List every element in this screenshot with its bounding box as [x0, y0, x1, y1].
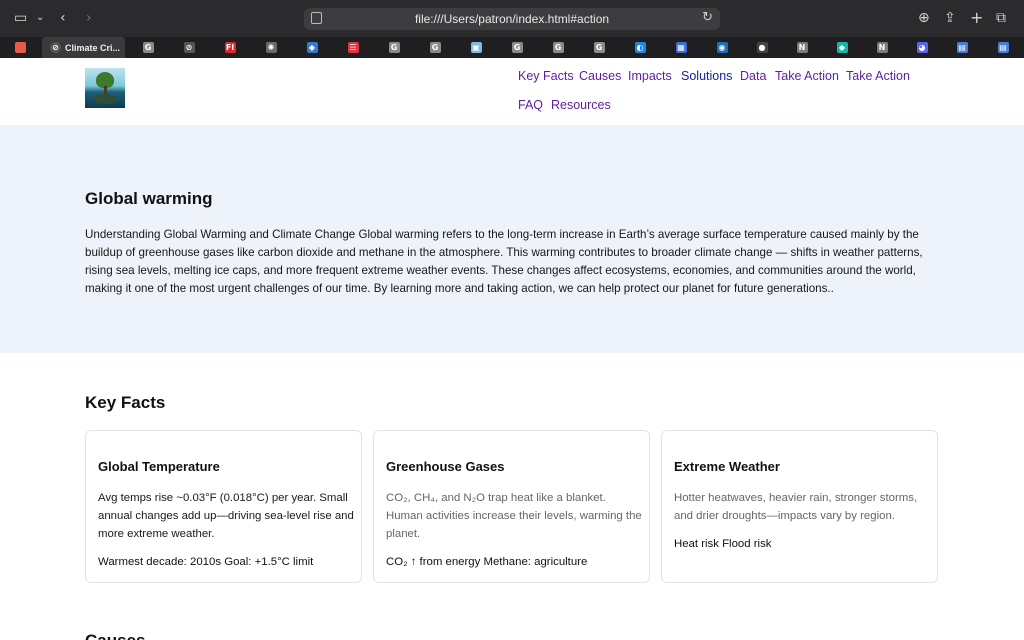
- card-tags: Warmest decade: 2010s Goal: +1.5°C limit: [98, 556, 314, 568]
- nav-link-faq[interactable]: FAQ: [518, 98, 543, 112]
- flipboard-icon: Fl: [224, 42, 236, 53]
- tab[interactable]: ▣: [456, 37, 496, 58]
- tab[interactable]: ✺: [251, 37, 291, 58]
- tab[interactable]: ◆: [292, 37, 332, 58]
- nav-link-take-action[interactable]: Take Action: [775, 69, 839, 83]
- hero-text: Understanding Global Warming and Climate…: [85, 228, 923, 295]
- google-icon: G: [429, 42, 441, 53]
- shield-icon: ◆: [306, 42, 318, 53]
- key-facts-title: Key Facts: [85, 393, 166, 412]
- tab-strip: ⊘ Climate Cri... G ⊘ Fl ✺ ◆ ☰ G G ▣ G G G ◐ ▦ ◉ ● N ◆ N ◕ ▤ ▤: [0, 37, 1024, 58]
- tab[interactable]: G: [374, 37, 414, 58]
- tab[interactable]: ◕: [902, 37, 942, 58]
- tab-overview-icon[interactable]: ⧉: [996, 9, 1006, 27]
- tab[interactable]: G: [128, 37, 168, 58]
- nav-link-take-action[interactable]: Take Action: [846, 69, 910, 83]
- tab[interactable]: ▤: [942, 37, 982, 58]
- tab[interactable]: ▤: [983, 37, 1023, 58]
- site-logo[interactable]: [85, 68, 125, 108]
- chevron-down-icon[interactable]: ⌄: [36, 9, 44, 27]
- hero-title: Global warming: [85, 189, 213, 208]
- edge-icon: ◐: [634, 42, 646, 53]
- tab[interactable]: ◉: [702, 37, 742, 58]
- tab[interactable]: [0, 37, 40, 58]
- compass-icon: ⊘: [50, 42, 61, 53]
- tab[interactable]: ☰: [333, 37, 373, 58]
- grid-favicon-icon: [14, 42, 26, 53]
- doc-icon: ▣: [470, 42, 482, 53]
- sidebar-toggle-icon[interactable]: ▭: [14, 9, 27, 27]
- compass-icon: ⊘: [183, 42, 195, 53]
- tab[interactable]: ◐: [620, 37, 660, 58]
- google-icon: G: [142, 42, 154, 53]
- openai-icon: ✺: [265, 42, 277, 53]
- grid-icon: ▦: [675, 42, 687, 53]
- tab[interactable]: N: [862, 37, 902, 58]
- calendar-icon: ▤: [956, 42, 968, 53]
- tab[interactable]: G: [579, 37, 619, 58]
- causes-title: Causes: [85, 631, 145, 640]
- reload-icon[interactable]: ↻: [702, 10, 713, 25]
- tab[interactable]: G: [497, 37, 537, 58]
- tab[interactable]: G: [538, 37, 578, 58]
- notion-icon: N: [796, 42, 808, 53]
- tab[interactable]: Fl: [210, 37, 250, 58]
- nav-link-key-facts[interactable]: Key Facts: [518, 69, 574, 83]
- card-title: Extreme Weather: [674, 459, 780, 474]
- new-tab-icon[interactable]: +: [970, 9, 983, 27]
- card-tags: CO₂ ↑ from energy Methane: agriculture: [386, 556, 588, 568]
- fact-card-greenhouse-gases: Greenhouse Gases CO₂, CH₄, and N₂O trap …: [373, 430, 650, 583]
- card-description: CO₂, CH₄, and N₂O trap heat like a blank…: [386, 492, 642, 540]
- tab[interactable]: ⊘: [169, 37, 209, 58]
- tab-title: Climate Cri...: [65, 42, 121, 53]
- calendar-icon: ▤: [997, 42, 1009, 53]
- noaa-icon: ◉: [716, 42, 728, 53]
- web-page: Key Facts Causes Impacts Solutions Data Take …: [0, 58, 1024, 640]
- card-description: Avg temps rise ~0.03°F (0.018°C) per yea…: [98, 492, 354, 540]
- notion-icon: N: [876, 42, 888, 53]
- address-bar[interactable]: file:///Users/patron/index.html#action ↻: [304, 8, 720, 30]
- tab[interactable]: ▦: [661, 37, 701, 58]
- back-icon[interactable]: ‹: [60, 9, 66, 27]
- nav-link-solutions[interactable]: Solutions: [681, 69, 732, 83]
- browser-toolbar: ▭ ⌄ ‹ › file:///Users/patron/index.html#…: [0, 0, 1024, 37]
- diamond-icon: ◆: [836, 42, 848, 53]
- reader-icon: ☰: [347, 42, 359, 53]
- nav-link-causes[interactable]: Causes: [579, 69, 621, 83]
- card-description: Hotter heatwaves, heavier rain, stronger…: [674, 492, 918, 522]
- google-icon: G: [388, 42, 400, 53]
- download-icon[interactable]: ⊕: [918, 9, 930, 27]
- tab-active[interactable]: ⊘ Climate Cri...: [42, 37, 125, 58]
- address-url: file:///Users/patron/index.html#action: [414, 12, 610, 26]
- tab[interactable]: N: [782, 37, 822, 58]
- fact-card-extreme-weather: Extreme Weather Hotter heatwaves, heavie…: [661, 430, 938, 583]
- google-icon: G: [511, 42, 523, 53]
- card-title: Global Temperature: [98, 459, 220, 474]
- site-header: Key Facts Causes Impacts Solutions Data Take …: [0, 58, 1024, 125]
- nav-link-data[interactable]: Data: [740, 69, 766, 83]
- hero-section: Global warming Understanding Global Warm…: [0, 125, 1024, 353]
- card-tags: Heat risk Flood risk: [674, 538, 772, 550]
- tab[interactable]: ●: [742, 37, 782, 58]
- forward-icon[interactable]: ›: [86, 9, 92, 27]
- fact-card-global-temperature: Global Temperature Avg temps rise ~0.03°…: [85, 430, 362, 583]
- nav-link-impacts[interactable]: Impacts: [628, 69, 672, 83]
- discord-icon: ◕: [916, 42, 928, 53]
- tab[interactable]: ◆: [822, 37, 862, 58]
- tab[interactable]: G: [415, 37, 455, 58]
- google-icon: G: [552, 42, 564, 53]
- nav-link-resources[interactable]: Resources: [551, 98, 611, 112]
- card-title: Greenhouse Gases: [386, 459, 505, 474]
- google-icon: G: [593, 42, 605, 53]
- share-icon[interactable]: ⇪: [944, 9, 956, 27]
- github-icon: ●: [756, 42, 768, 53]
